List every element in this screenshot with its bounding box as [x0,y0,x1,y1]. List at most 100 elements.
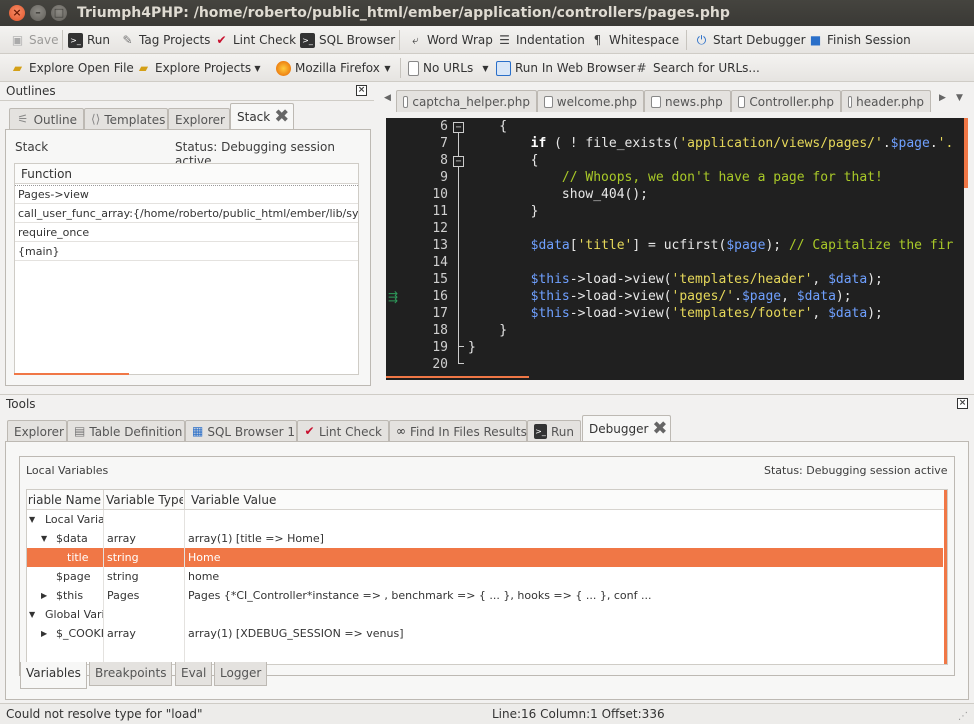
tab-variables[interactable]: Variables [20,662,87,689]
local-variables-label: Local Variables [26,464,109,477]
tab-lint-check[interactable]: ✔ Lint Check [297,420,389,442]
code-editor[interactable]: 6 { 7 if ( ! file_exists('application/vi… [386,118,964,380]
variable-type-column-header[interactable]: Variable Type [103,490,183,510]
window-minimize-button[interactable]: – [30,5,46,21]
tab-news[interactable]: news.php [644,90,731,112]
tree-row[interactable]: ▼ $data array array(1) [title => Home] [27,529,943,548]
tab-tools-explorer-label: Explorer [14,424,64,439]
tab-eval[interactable]: Eval [175,662,213,686]
sql-browser-button[interactable]: >_ SQL Browser [300,31,395,49]
line-number: 11 [432,204,448,219]
tab-table-definition[interactable]: ▤ Table Definition [67,420,185,442]
fold-toggle-icon[interactable]: − [453,122,464,133]
variable-type: array [107,627,136,640]
close-tab-icon[interactable]: ✖ [652,420,667,438]
word-wrap-button[interactable]: ⤶ Word Wrap [408,31,493,49]
stack-row[interactable]: Pages->view [15,185,358,204]
stack-row[interactable]: call_user_func_array:{/home/roberto/publ… [15,204,358,223]
tab-templates[interactable]: ⟨⟩ Templates [84,108,168,130]
tab-list-dropdown-icon[interactable]: ▼ [956,93,963,103]
tab-breakpoints[interactable]: Breakpoints [89,662,173,686]
search-for-urls-button[interactable]: # Search for URLs... [634,59,759,77]
tree-row[interactable]: ▼ Local Variables [27,510,943,529]
expander-icon[interactable]: ▼ [41,529,51,548]
tag-projects-button[interactable]: ✎ Tag Projects [120,31,210,49]
tab-logger[interactable]: Logger [214,662,268,686]
stack-row[interactable]: require_once [15,223,358,242]
tab-stack[interactable]: Stack ✖ [230,103,294,130]
scroll-tabs-left-icon[interactable]: ◀ [384,93,391,103]
lint-check-button[interactable]: ✔ Lint Check [214,31,296,49]
finish-session-label: Finish Session [827,33,911,47]
tab-controller[interactable]: Controller.php [731,90,841,112]
browser-window-icon [496,60,511,76]
tree-row-selected[interactable]: title string Home [27,548,943,567]
line-number: 20 [432,357,448,372]
urls-dropdown[interactable]: ▼ [478,59,493,77]
close-tools-icon[interactable]: × [957,398,968,409]
variable-value: home [188,570,220,583]
start-debugger-label: Start Debugger [713,33,806,47]
vertical-scroll-indicator[interactable] [964,118,968,188]
whitespace-button[interactable]: ¶ Whitespace [590,31,679,49]
browser-dropdown[interactable]: ▼ [380,59,395,77]
secondary-toolbar: ▰ Explore Open File ▰ Explore Projects ▼ M… [0,54,974,82]
mozilla-firefox-button[interactable]: Mozilla Firefox [276,59,380,77]
no-urls-button[interactable]: No URLs [408,59,473,77]
close-tab-icon[interactable]: ✖ [274,108,289,126]
run-in-web-browser-button[interactable]: Run In Web Browser [496,59,635,77]
tree-row[interactable]: $page string home [27,567,943,586]
vertical-scroll-indicator[interactable] [944,490,947,664]
variable-name-column-header[interactable]: Variable Name [27,490,101,510]
local-variables-panel: Local Variables Status: Debugging sessio… [19,456,955,676]
tab-outline[interactable]: ⚟ Outline [9,108,84,130]
finish-session-button[interactable]: ■ Finish Session [808,31,911,49]
resize-grip-icon[interactable]: ⋰ [958,711,968,722]
stack-table: Function Pages->view call_user_func_arra… [14,163,359,375]
tree-row[interactable]: ▼ Global Variables [27,605,943,624]
tab-run-label: Run [550,424,574,439]
scroll-tabs-right-icon[interactable]: ▶ [939,93,946,103]
start-debugger-button[interactable]: ⏻ Start Debugger [694,31,806,49]
line-number: 19 [432,340,448,355]
window-title: Triumph4PHP: /home/roberto/public_html/e… [77,5,730,21]
indentation-button[interactable]: ☰ Indentation [497,31,585,49]
explore-projects-button[interactable]: ▰ Explore Projects [136,59,251,77]
tree-row[interactable]: ▶ $_COOKIE array array(1) [XDEBUG_SESSIO… [27,624,943,643]
function-column-header[interactable]: Function [15,164,358,184]
expander-icon[interactable]: ▶ [41,586,51,605]
expander-icon[interactable]: ▼ [29,605,39,624]
run-button[interactable]: >_ Run [68,31,110,49]
variable-value-column-header[interactable]: Variable Value [184,490,944,510]
word-wrap-icon: ⤶ [412,32,419,47]
window-close-button[interactable]: × [9,5,25,21]
terminal-icon: >_ [300,32,315,48]
tab-run[interactable]: >_ Run [527,420,581,442]
tab-captcha-helper-label: captcha_helper.php [412,94,530,109]
tab-welcome[interactable]: welcome.php [537,90,644,112]
tab-captcha-helper[interactable]: captcha_helper.php [396,90,537,112]
explore-open-file-button[interactable]: ▰ Explore Open File [10,59,134,77]
window-maximize-button[interactable]: □ [51,5,67,21]
expander-icon[interactable]: ▼ [29,510,39,529]
line-number: 12 [432,221,448,236]
scroll-indicator [386,376,529,378]
fold-toggle-icon[interactable]: − [453,156,464,167]
sql-icon: ▦ [192,424,204,438]
tab-explorer[interactable]: Explorer [168,108,230,130]
stack-row[interactable]: {main} [15,242,358,261]
tab-sql-browser-1[interactable]: ▦ SQL Browser 1 [185,420,297,442]
hash-icon: # [636,60,647,75]
tab-header[interactable]: header.php [841,90,931,112]
variable-type: string [107,551,139,564]
tab-debugger[interactable]: Debugger ✖ [582,415,671,442]
expander-icon[interactable]: ▶ [41,624,51,643]
explore-projects-dropdown[interactable]: ▼ [250,59,265,77]
php-file-icon [848,95,853,108]
tab-find-in-files-results[interactable]: ∞ Find In Files Results [389,420,527,442]
save-button[interactable]: ▣ Save [10,31,59,49]
close-outlines-icon[interactable]: × [356,85,367,96]
tree-row[interactable]: ▶ $this Pages Pages {*CI_Controller*inst… [27,586,943,605]
tag-projects-label: Tag Projects [139,33,211,47]
tab-tools-explorer[interactable]: Explorer [7,420,67,442]
